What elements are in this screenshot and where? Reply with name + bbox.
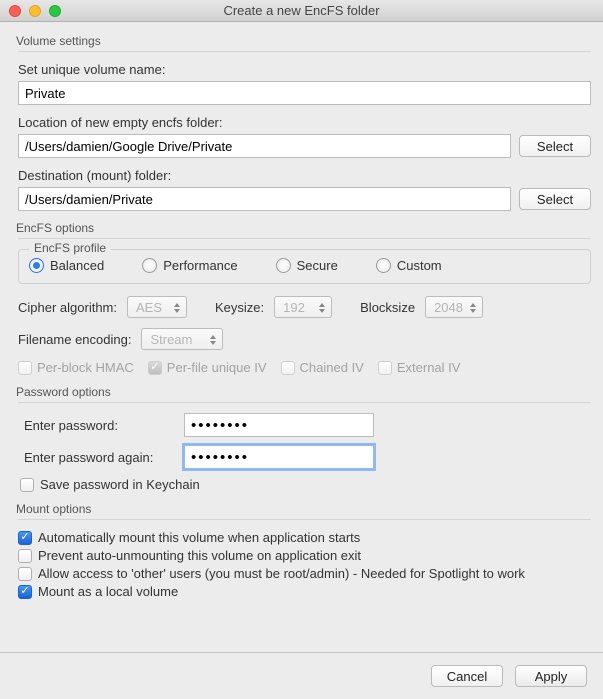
keysize-label: Keysize: (215, 300, 264, 315)
radio-label: Balanced (50, 258, 104, 273)
location-label: Location of new empty encfs folder: (18, 115, 591, 130)
section-volume-label: Volume settings (16, 34, 591, 48)
volume-name-label: Set unique volume name: (18, 62, 591, 77)
radio-custom[interactable]: Custom (376, 258, 442, 273)
select-location-button[interactable]: Select (519, 135, 591, 157)
cb-local-volume[interactable]: Mount as a local volume (18, 584, 591, 599)
blocksize-label: Blocksize (360, 300, 415, 315)
radio-icon (142, 258, 157, 273)
checkbox-icon (18, 531, 32, 545)
checkbox-icon (18, 361, 32, 375)
password-again-input[interactable] (184, 445, 374, 469)
radio-label: Performance (163, 258, 237, 273)
apply-button[interactable]: Apply (515, 665, 587, 687)
filename-encoding-label: Filename encoding: (18, 332, 131, 347)
close-icon[interactable] (9, 5, 21, 17)
filename-encoding-select[interactable]: Stream (141, 328, 223, 350)
section-password-label: Password options (16, 385, 591, 399)
cb-prevent-unmount[interactable]: Prevent auto-unmounting this volume on a… (18, 548, 591, 563)
chevron-updown-icon (172, 299, 182, 317)
section-encfs-label: EncFS options (16, 221, 591, 235)
keychain-label[interactable]: Save password in Keychain (40, 477, 200, 492)
checkbox-icon (378, 361, 392, 375)
cipher-select[interactable]: AES (127, 296, 187, 318)
profile-legend: EncFS profile (29, 241, 111, 255)
maximize-icon[interactable] (49, 5, 61, 17)
radio-icon (376, 258, 391, 273)
password-again-label: Enter password again: (24, 450, 174, 465)
cancel-button[interactable]: Cancel (431, 665, 503, 687)
radio-icon (29, 258, 44, 273)
cipher-label: Cipher algorithm: (18, 300, 117, 315)
cb-external-iv: External IV (378, 360, 461, 375)
checkbox-icon[interactable] (20, 478, 34, 492)
cb-allow-other[interactable]: Allow access to 'other' users (you must … (18, 566, 591, 581)
radio-secure[interactable]: Secure (276, 258, 338, 273)
checkbox-icon (18, 567, 32, 581)
radio-performance[interactable]: Performance (142, 258, 237, 273)
chevron-updown-icon (208, 331, 218, 349)
cb-per-file-iv: Per-file unique IV (148, 360, 267, 375)
divider (18, 519, 591, 520)
destination-input[interactable] (18, 187, 511, 211)
destination-label: Destination (mount) folder: (18, 168, 591, 183)
divider (18, 402, 591, 403)
divider (18, 51, 591, 52)
radio-icon (276, 258, 291, 273)
divider (18, 238, 591, 239)
minimize-icon[interactable] (29, 5, 41, 17)
chevron-updown-icon (468, 299, 478, 317)
window-controls (9, 5, 61, 17)
keysize-select[interactable]: 192 (274, 296, 332, 318)
volume-name-input[interactable] (18, 81, 591, 105)
titlebar: Create a new EncFS folder (0, 0, 603, 22)
section-mount-label: Mount options (16, 502, 591, 516)
checkbox-icon (148, 361, 162, 375)
password-label: Enter password: (24, 418, 174, 433)
cb-chained-iv: Chained IV (281, 360, 364, 375)
chevron-updown-icon (317, 299, 327, 317)
checkbox-icon (18, 549, 32, 563)
radio-label: Custom (397, 258, 442, 273)
blocksize-select[interactable]: 2048 (425, 296, 483, 318)
radio-balanced[interactable]: Balanced (29, 258, 104, 273)
password-input[interactable] (184, 413, 374, 437)
checkbox-icon (281, 361, 295, 375)
cb-per-block-hmac: Per-block HMAC (18, 360, 134, 375)
window-title: Create a new EncFS folder (0, 3, 603, 18)
footer: Cancel Apply (0, 652, 603, 699)
checkbox-icon (18, 585, 32, 599)
radio-label: Secure (297, 258, 338, 273)
select-destination-button[interactable]: Select (519, 188, 591, 210)
location-input[interactable] (18, 134, 511, 158)
profile-group: EncFS profile Balanced Performance Secur… (18, 249, 591, 284)
cb-auto-mount[interactable]: Automatically mount this volume when app… (18, 530, 591, 545)
